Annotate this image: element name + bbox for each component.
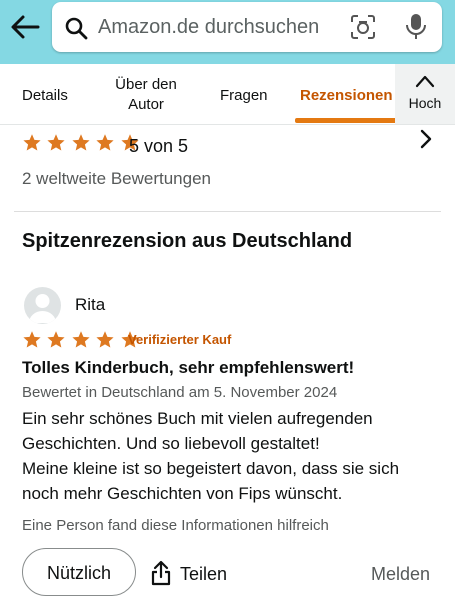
search-icon — [65, 17, 88, 40]
search-box[interactable]: Amazon.de durchsuchen — [52, 2, 442, 52]
divider — [14, 211, 441, 212]
star-icon — [96, 134, 114, 151]
review-title: Tolles Kinderbuch, sehr empfehlenswert! — [22, 358, 355, 377]
star-icon — [47, 331, 66, 348]
tab-questions[interactable]: Fragen — [220, 86, 268, 106]
star-icon — [23, 134, 41, 151]
tab-bar: Details Über den Autor Fragen Rezensione… — [0, 64, 455, 125]
reviewer-name[interactable]: Rita — [75, 295, 105, 315]
star-icon — [47, 134, 66, 151]
review-star-rating — [22, 330, 140, 355]
review-body-line: noch mehr Geschichten von Fips wünscht. — [22, 484, 343, 503]
active-tab-indicator — [295, 118, 401, 123]
review-body-line: Meine kleine ist so begeistert davon, da… — [22, 459, 400, 478]
tab-reviews[interactable]: Rezensionen — [300, 86, 393, 106]
avatar — [24, 287, 61, 324]
back-arrow-icon[interactable] — [8, 12, 42, 42]
share-button[interactable]: Teilen — [180, 564, 227, 585]
star-icon — [23, 331, 41, 348]
tab-about-author-line1: Über den — [115, 76, 177, 93]
top-bar: Amazon.de durchsuchen — [0, 0, 455, 64]
review-body: Ein sehr schönes Buch mit vielen aufrege… — [22, 406, 442, 506]
star-icon — [96, 331, 114, 348]
share-icon[interactable] — [150, 560, 172, 586]
tab-details[interactable]: Details — [22, 86, 68, 106]
star-icon — [72, 331, 90, 348]
camera-search-icon[interactable] — [349, 13, 377, 41]
microphone-icon[interactable] — [404, 12, 428, 42]
star-icon — [72, 134, 90, 151]
tab-about-author[interactable]: Über den Autor — [108, 75, 184, 115]
report-link[interactable]: Melden — [371, 564, 430, 585]
search-input[interactable]: Amazon.de durchsuchen — [98, 16, 319, 39]
chevron-up-icon — [415, 75, 435, 88]
tab-about-author-line2: Autor — [128, 96, 164, 113]
review-body-line: Geschichten. Und so liebevoll gestaltet! — [22, 434, 320, 453]
helpful-count-note: Eine Person fand diese Informationen hil… — [22, 517, 329, 534]
review-date: Bewertet in Deutschland am 5. November 2… — [22, 384, 338, 401]
summary-star-rating[interactable] — [22, 133, 140, 158]
global-ratings-count: 2 weltweite Bewertungen — [22, 169, 212, 188]
helpful-button[interactable]: Nützlich — [22, 548, 136, 596]
chevron-right-icon[interactable] — [418, 129, 434, 149]
scroll-top-label: Hoch — [408, 95, 442, 111]
verified-purchase-badge: Verifizierter Kauf — [128, 332, 232, 347]
section-title: Spitzenrezension aus Deutschland — [22, 230, 353, 252]
scroll-top-button[interactable]: Hoch — [395, 64, 455, 124]
review-body-line: Ein sehr schönes Buch mit vielen aufrege… — [22, 409, 373, 428]
user-silhouette-icon — [29, 294, 56, 323]
average-rating-text: 5 von 5 — [129, 136, 189, 156]
